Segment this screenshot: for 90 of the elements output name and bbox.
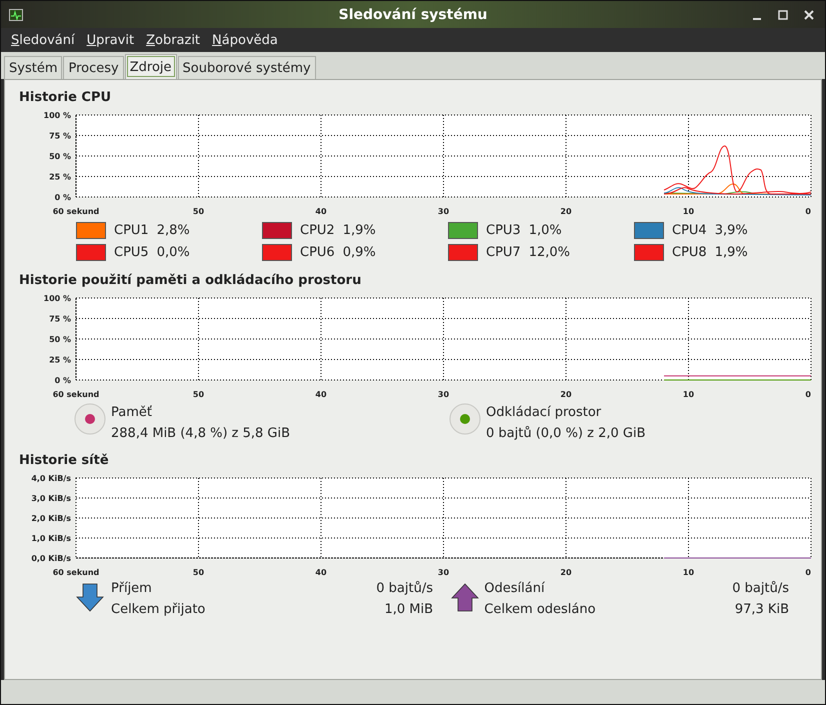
y-tick-label: 50 % (49, 335, 71, 344)
cpu-label: CPU8 (672, 245, 707, 260)
window-title: Sledování systému (338, 6, 488, 22)
y-tick-label: 2,0 KiB/s (31, 514, 71, 523)
y-tick-label: 0 % (54, 193, 71, 202)
tab[interactable]: Systém (4, 56, 62, 79)
close-icon (804, 10, 814, 20)
cpu-label: CPU3 (486, 223, 521, 238)
network-label: Příjem (111, 581, 153, 596)
x-tick-label: 50 (192, 568, 204, 577)
cpu-label: CPU7 (486, 245, 521, 260)
menu-item[interactable]: Nápověda (206, 30, 284, 50)
cpu-reading: 3,9% (714, 223, 748, 238)
color-swatch[interactable] (634, 244, 664, 261)
cpu-label: CPU4 (672, 223, 707, 238)
x-tick-label: 40 (315, 568, 327, 577)
network-label: Odesílání (484, 581, 546, 596)
x-tick-label: 10 (682, 568, 694, 577)
y-tick-label: 0 % (54, 376, 71, 385)
y-tick-label: 25 % (49, 356, 71, 364)
cpu-reading: 1,9% (714, 245, 748, 260)
y-tick-label: 3,0 KiB/s (31, 494, 71, 503)
section-title: Historie CPU (19, 90, 112, 107)
memory-usage: 0 bajtů (0,0 %) z 2,0 GiB (486, 426, 646, 441)
x-tick-label: 0 (805, 390, 811, 399)
x-tick-label: 10 (682, 390, 694, 399)
y-tick-label: 75 % (49, 314, 71, 324)
y-tick-label: 100 % (44, 111, 71, 120)
x-tick-label: 30 (438, 207, 450, 216)
section-title: Historie sítě (19, 453, 110, 470)
y-tick-label: 0,0 KiB/s (31, 554, 71, 563)
x-tick-label: 60 sekund (52, 207, 100, 216)
maximize-icon (778, 10, 788, 20)
color-swatch[interactable] (76, 222, 106, 239)
memory-usage: 288,4 MiB (4,8 %) z 5,8 GiB (111, 426, 290, 441)
y-tick-label: 75 % (49, 132, 71, 140)
menu-item[interactable]: Upravit (80, 30, 140, 50)
color-swatch[interactable] (76, 244, 106, 261)
tab[interactable]: Procesy (63, 56, 124, 79)
cpu-label: CPU6 (300, 245, 335, 260)
network-rate: 0 bajtů/s (376, 581, 433, 596)
x-tick-label: 30 (438, 568, 450, 577)
y-tick-label: 100 % (44, 294, 71, 303)
y-tick-label: 4,0 KiB/s (31, 474, 71, 483)
x-tick-label: 50 (192, 207, 204, 216)
tab[interactable]: Souborové systémy (178, 56, 316, 79)
gauge-icon (74, 403, 106, 435)
menu-item[interactable]: Sledování (5, 30, 81, 50)
color-swatch[interactable] (262, 244, 292, 261)
color-swatch[interactable] (448, 222, 478, 239)
y-tick-label: 50 % (49, 152, 71, 161)
tab[interactable]: Zdroje (124, 54, 177, 79)
cpu-label: CPU1 (114, 223, 149, 238)
cpu-label: CPU2 (300, 223, 335, 238)
x-tick-label: 0 (805, 207, 811, 216)
cpu-reading: 0,0% (156, 245, 190, 260)
color-swatch[interactable] (262, 222, 292, 239)
cpu-label: CPU5 (114, 245, 149, 260)
x-tick-label: 20 (560, 207, 572, 216)
y-tick-label: 25 % (49, 172, 71, 182)
menu-item[interactable]: Zobrazit (140, 30, 206, 50)
x-tick-label: 60 sekund (52, 568, 100, 577)
network-total-label: Celkem přijato (111, 602, 206, 617)
minimize-icon (753, 18, 761, 20)
memory-label: Odkládací prostor (486, 405, 602, 420)
gauge-icon (449, 403, 481, 435)
network-total: 97,3 KiB (734, 602, 789, 617)
x-tick-label: 10 (682, 207, 694, 216)
network-total-label: Celkem odesláno (484, 602, 596, 617)
x-tick-label: 30 (438, 390, 450, 399)
cpu-reading: 0,9% (342, 245, 376, 260)
cpu-reading: 12,0% (528, 245, 570, 260)
app-icon (9, 8, 23, 20)
network-rate: 0 bajtů/s (732, 581, 789, 596)
network-total: 1,0 MiB (383, 602, 433, 617)
x-tick-label: 40 (315, 390, 327, 399)
x-tick-label: 20 (560, 390, 572, 399)
x-tick-label: 60 sekund (52, 390, 100, 399)
color-swatch[interactable] (634, 222, 664, 239)
x-tick-label: 20 (560, 568, 572, 577)
x-tick-label: 40 (315, 207, 327, 216)
cpu-reading: 1,9% (342, 223, 376, 238)
section-title: Historie použití paměti a odkládacího prostoru (19, 273, 362, 290)
y-tick-label: 1,0 KiB/s (31, 534, 71, 543)
x-tick-label: 0 (805, 568, 811, 577)
x-tick-label: 50 (192, 390, 204, 399)
cpu-reading: 2,8% (156, 223, 190, 238)
memory-label: Paměť (111, 405, 153, 420)
color-swatch[interactable] (448, 244, 478, 261)
cpu-reading: 1,0% (528, 223, 562, 238)
